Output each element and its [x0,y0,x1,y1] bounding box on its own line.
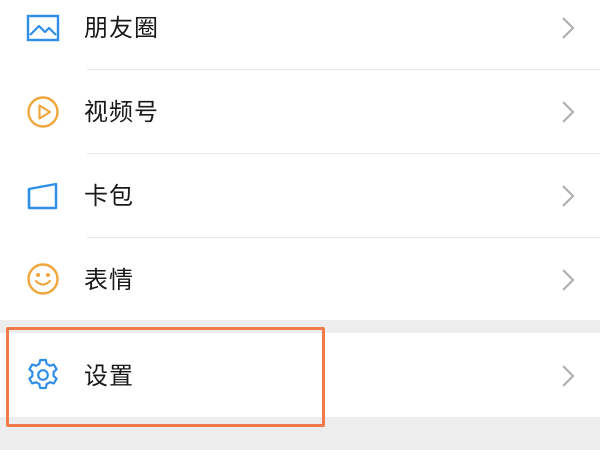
menu-item-label: 设置 [84,362,134,390]
menu-item-label: 表情 [84,266,134,294]
menu-item-stickers[interactable]: 表情 [0,238,600,322]
menu-item-moments[interactable]: 朋友圈 [0,0,600,70]
card-wallet-icon [24,177,62,215]
menu-item-label: 朋友圈 [84,14,159,42]
chevron-right-icon [562,365,575,387]
moments-photo-icon [24,9,62,47]
gear-icon [24,356,62,394]
chevron-right-icon [562,17,575,39]
menu-group-settings: 设置 [0,333,600,417]
chevron-right-icon [562,101,575,123]
menu-item-label: 视频号 [84,98,159,126]
chevron-right-icon [562,185,575,207]
menu-group-main: 朋友圈 视频号 卡包 表情 [0,0,600,320]
menu-item-settings[interactable]: 设置 [0,333,600,417]
menu-item-channels[interactable]: 视频号 [0,70,600,154]
menu-item-label: 卡包 [84,182,134,210]
menu-item-card-wallet[interactable]: 卡包 [0,154,600,238]
smiley-face-icon [24,260,62,298]
channels-play-icon [24,93,62,131]
chevron-right-icon [562,269,575,291]
